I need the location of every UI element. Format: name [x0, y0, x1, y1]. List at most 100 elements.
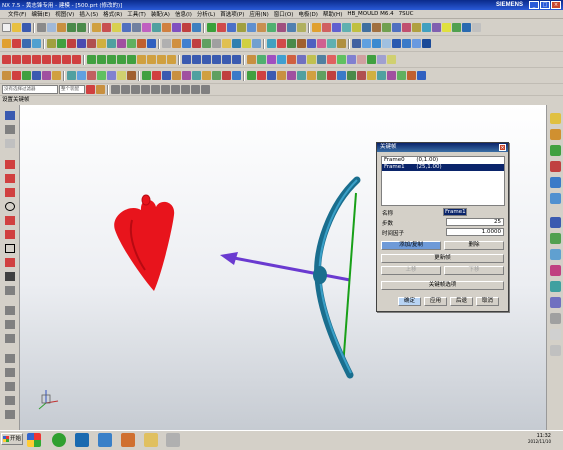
shell-icon[interactable]: [192, 23, 201, 32]
hidden-line-icon[interactable]: [212, 39, 221, 48]
text-icon[interactable]: [182, 55, 191, 64]
section-icon[interactable]: [402, 39, 411, 48]
hd3d-tools-tab-icon[interactable]: [550, 177, 561, 188]
edge-blend-icon[interactable]: [172, 23, 181, 32]
chamfer-tool-icon[interactable]: [5, 230, 15, 239]
roles-tab-icon[interactable]: [550, 265, 561, 276]
view-front-icon[interactable]: [277, 39, 286, 48]
wave-icon[interactable]: [77, 71, 86, 80]
group-face-icon[interactable]: [397, 71, 406, 80]
menu-file[interactable]: 文件(F): [8, 10, 26, 18]
minimize-button[interactable]: _: [529, 1, 539, 9]
remove-params-icon[interactable]: [212, 71, 221, 80]
cut-icon[interactable]: [37, 23, 46, 32]
corner-tool-icon[interactable]: [5, 334, 15, 343]
linear-dimension-icon[interactable]: [367, 71, 376, 80]
export-icon[interactable]: [387, 55, 396, 64]
wcs-icon[interactable]: [107, 39, 116, 48]
history-palette-tab-icon[interactable]: [550, 329, 561, 340]
chamfer-icon[interactable]: [182, 23, 191, 32]
menu-insert[interactable]: 插入(S): [79, 10, 98, 18]
edit-feature-icon[interactable]: [142, 71, 151, 80]
circle-tool-icon[interactable]: [5, 202, 15, 211]
document-icon[interactable]: [144, 433, 158, 447]
sequence-icon[interactable]: [127, 71, 136, 80]
cancel-button[interactable]: 取消: [476, 297, 499, 306]
mirror-icon[interactable]: [287, 23, 296, 32]
shell-face-icon[interactable]: [407, 71, 416, 80]
history-tab-icon[interactable]: [550, 217, 561, 228]
name-field[interactable]: Frame1: [443, 208, 467, 216]
menu-7suc[interactable]: 7SUC: [399, 11, 414, 17]
assembly-navigator-icon[interactable]: [2, 71, 11, 80]
frame-list-item[interactable]: Frame0 (0,1.00): [382, 157, 504, 164]
menu-window[interactable]: 窗口(O): [274, 10, 294, 18]
constraint-tool-icon[interactable]: [5, 368, 15, 377]
copy-icon[interactable]: [47, 23, 56, 32]
wcs-origin-icon[interactable]: [117, 39, 126, 48]
mirror-tool-icon[interactable]: [5, 396, 15, 405]
bounded-grid-icon[interactable]: [201, 85, 210, 94]
expression-icon[interactable]: [202, 71, 211, 80]
part-navigator-tab-icon[interactable]: [550, 145, 561, 156]
point-on-curve-icon[interactable]: [181, 85, 190, 94]
join-curve-icon[interactable]: [412, 23, 421, 32]
nx-app-icon[interactable]: [75, 433, 89, 447]
frame-list-item-selected[interactable]: Frame1 (25,1.00): [382, 164, 504, 171]
bom-icon[interactable]: [347, 55, 356, 64]
browser-icon[interactable]: [52, 433, 66, 447]
measure-distance-icon[interactable]: [77, 39, 86, 48]
update-frame-button[interactable]: 更新帧: [381, 254, 504, 263]
windows-flag-icon[interactable]: [27, 433, 41, 447]
layer-settings-icon[interactable]: [5, 125, 15, 134]
sketch-icon[interactable]: [312, 23, 321, 32]
close-window-button[interactable]: ×: [551, 1, 561, 9]
project-tool-icon[interactable]: [5, 410, 15, 419]
pattern-component-icon[interactable]: [97, 71, 106, 80]
line-tool-icon[interactable]: [5, 174, 15, 183]
frame-list[interactable]: Frame0 (0,1.00) Frame1 (25,1.00): [381, 156, 505, 206]
make-perpendicular-icon[interactable]: [357, 71, 366, 80]
trim-body-icon[interactable]: [237, 23, 246, 32]
open-icon[interactable]: [12, 23, 21, 32]
point-on-surface-icon[interactable]: [191, 85, 200, 94]
pan-icon[interactable]: [382, 39, 391, 48]
constraint-navigator-tab-icon[interactable]: [550, 129, 561, 140]
hole-icon[interactable]: [112, 23, 121, 32]
type-filter-dropdown[interactable]: 没有选择过滤器: [2, 85, 58, 94]
offset-region-icon[interactable]: [267, 71, 276, 80]
draft-icon[interactable]: [267, 23, 276, 32]
blend-surface-icon[interactable]: [452, 23, 461, 32]
menu-help[interactable]: 帮助(H): [323, 10, 342, 18]
ejector-icon[interactable]: [287, 55, 296, 64]
step-field[interactable]: 25: [446, 218, 504, 226]
menu-hb-mould[interactable]: HB_MOULD M6.4: [347, 11, 393, 17]
translucency-icon[interactable]: [252, 39, 261, 48]
replay-icon[interactable]: [192, 71, 201, 80]
new-icon[interactable]: [2, 23, 11, 32]
move-down-button[interactable]: 下移: [444, 266, 504, 275]
make-corner-icon[interactable]: [107, 55, 116, 64]
note-icon[interactable]: [192, 55, 201, 64]
control-point-icon[interactable]: [131, 85, 140, 94]
symbol-icon[interactable]: [212, 55, 221, 64]
undo-icon[interactable]: [67, 23, 76, 32]
view-iso-icon[interactable]: [297, 39, 306, 48]
heart-model[interactable]: [114, 194, 175, 291]
apply-button[interactable]: 应用: [424, 297, 447, 306]
offset-face-icon[interactable]: [257, 23, 266, 32]
polygon-tool-icon[interactable]: [5, 258, 15, 267]
constraint-icon[interactable]: [147, 55, 156, 64]
dimension-icon[interactable]: [137, 55, 146, 64]
light-icon[interactable]: [242, 39, 251, 48]
dimension-tool-icon[interactable]: [5, 354, 15, 363]
menu-electrode[interactable]: 电极(D): [298, 10, 318, 18]
move-layer-icon[interactable]: [57, 39, 66, 48]
maximize-button[interactable]: □: [540, 1, 550, 9]
profile-tool-icon[interactable]: [5, 160, 15, 169]
runner-icon[interactable]: [337, 55, 346, 64]
grid-icon[interactable]: [162, 39, 171, 48]
quick-extend-icon[interactable]: [97, 55, 106, 64]
rectangle-icon[interactable]: [52, 55, 61, 64]
end-point-icon[interactable]: [111, 85, 120, 94]
